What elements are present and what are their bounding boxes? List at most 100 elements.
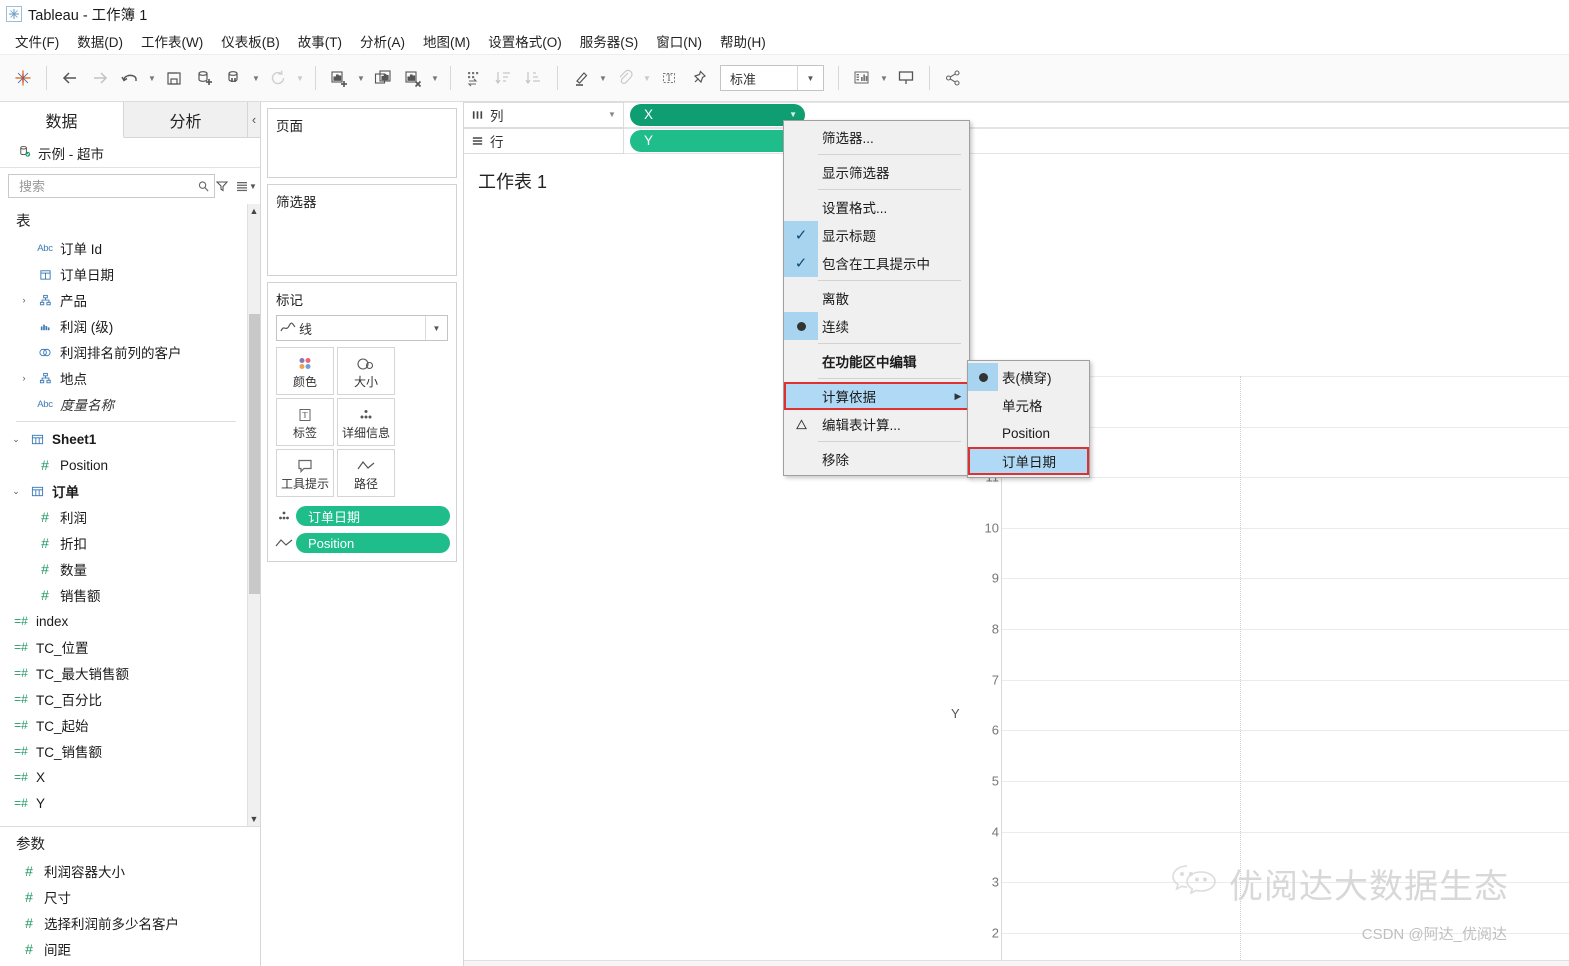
sort-ascending-icon[interactable]	[489, 63, 519, 93]
rows-shelf-area[interactable]: Y	[624, 127, 1569, 154]
columns-shelf-area[interactable]: X ▼	[624, 101, 1569, 128]
field-top-profit-customers[interactable]: 利润排名前列的客户	[0, 339, 246, 365]
rows-shelf-label[interactable]: 行 ▼	[464, 127, 624, 154]
pill-dropdown-caret[interactable]: ▼	[789, 110, 797, 119]
menu-worksheet[interactable]: 工作表(W)	[132, 29, 212, 53]
save-icon[interactable]	[159, 63, 189, 93]
pages-card[interactable]: 页面	[267, 108, 457, 178]
ctx-continuous[interactable]: 连续	[784, 312, 969, 340]
scrollbar-thumb[interactable]	[249, 314, 260, 594]
mark-type-dropdown[interactable]: 线 ▼	[276, 315, 448, 341]
ctx-show-filter[interactable]: 显示筛选器	[784, 158, 969, 186]
chevron-right-icon[interactable]: ›	[16, 295, 32, 305]
forward-arrow-icon[interactable]	[85, 63, 115, 93]
show-me-icon[interactable]	[847, 63, 877, 93]
ctx-format[interactable]: 设置格式...	[784, 193, 969, 221]
filters-card[interactable]: 筛选器	[267, 184, 457, 276]
scroll-up-icon[interactable]: ▲	[248, 204, 260, 218]
back-arrow-icon[interactable]	[55, 63, 85, 93]
group-by-table-icon[interactable]	[235, 174, 249, 198]
menu-map[interactable]: 地图(M)	[414, 29, 479, 53]
submenu-cell[interactable]: 单元格	[968, 391, 1089, 419]
show-me-dropdown-caret[interactable]: ▼	[877, 64, 891, 92]
marks-tooltip-button[interactable]: 工具提示	[276, 449, 334, 497]
fit-dropdown[interactable]: 标准 ▼	[720, 65, 824, 91]
ctx-discrete[interactable]: 离散	[784, 284, 969, 312]
submenu-position[interactable]: Position	[968, 419, 1089, 447]
add-data-source-icon[interactable]	[189, 63, 219, 93]
chevron-down-icon[interactable]: ▼	[601, 103, 623, 127]
field-tc-position[interactable]: =# TC_位置	[0, 634, 246, 660]
menu-data[interactable]: 数据(D)	[68, 29, 132, 53]
chevron-right-icon[interactable]: ›	[16, 373, 32, 383]
highlight-icon[interactable]	[566, 63, 596, 93]
ctx-include-in-tooltip[interactable]: ✓ 包含在工具提示中	[784, 249, 969, 277]
tab-data[interactable]: 数据	[0, 102, 124, 138]
scroll-down-icon[interactable]: ▼	[248, 812, 260, 826]
field-position[interactable]: # Position	[0, 452, 246, 478]
highlight-dropdown-caret[interactable]: ▼	[596, 64, 610, 92]
field-index[interactable]: =# index	[0, 608, 246, 634]
sheet-title[interactable]: 工作表 1	[464, 154, 1569, 194]
field-tc-sales[interactable]: =# TC_销售额	[0, 738, 246, 764]
marks-path-button[interactable]: 路径	[337, 449, 395, 497]
pause-refresh-icon[interactable]	[219, 63, 249, 93]
field-profit-bin[interactable]: 利润 (级)	[0, 313, 246, 339]
menu-file[interactable]: 文件(F)	[6, 29, 68, 53]
fixed-axis-dropdown-caret[interactable]: ▼	[640, 64, 654, 92]
field-profit[interactable]: # 利润	[0, 504, 246, 530]
param-profit-bin-size[interactable]: # 利润容器大小	[0, 858, 260, 884]
clear-sheet-icon[interactable]	[398, 63, 428, 93]
marks-label-button[interactable]: T 标签	[276, 398, 334, 446]
pause-dropdown-caret[interactable]: ▼	[249, 64, 263, 92]
chevron-down-icon[interactable]: ⌄	[8, 434, 24, 445]
field-quantity[interactable]: # 数量	[0, 556, 246, 582]
field-tc-percent[interactable]: =# TC_百分比	[0, 686, 246, 712]
marks-size-button[interactable]: 大小	[337, 347, 395, 395]
ctx-compute-using[interactable]: 计算依据 ▶	[784, 382, 969, 410]
param-size[interactable]: # 尺寸	[0, 884, 260, 910]
menu-dashboard[interactable]: 仪表板(B)	[212, 29, 289, 53]
chevron-down-icon[interactable]: ▼	[797, 66, 823, 90]
field-location-hierarchy[interactable]: › 地点	[0, 365, 246, 391]
datasource-row[interactable]: 示例 - 超市	[0, 138, 260, 168]
marks-detail-button[interactable]: 详细信息	[337, 398, 395, 446]
y-axis-title[interactable]: Y	[951, 706, 960, 721]
undo-dropdown-caret[interactable]: ▼	[145, 64, 159, 92]
swap-rows-columns-icon[interactable]	[459, 63, 489, 93]
field-tc-start[interactable]: =# TC_起始	[0, 712, 246, 738]
filter-icon[interactable]	[215, 174, 229, 198]
columns-shelf-label[interactable]: 列 ▼	[464, 101, 624, 128]
submenu-order-date[interactable]: 订单日期	[968, 447, 1089, 475]
context-menu[interactable]: 筛选器... 显示筛选器 设置格式... ✓ 显示标题 ✓ 包含在工具提示中 离散 连续 在功能区…	[783, 120, 970, 476]
fixed-axis-icon[interactable]	[610, 63, 640, 93]
tab-analytics[interactable]: 分析	[124, 102, 248, 137]
presentation-mode-icon[interactable]	[891, 63, 921, 93]
chevron-left-icon[interactable]: ‹	[248, 102, 260, 137]
sort-descending-icon[interactable]	[519, 63, 549, 93]
refresh-icon[interactable]	[263, 63, 293, 93]
submenu-table-across[interactable]: 表(横穿)	[968, 363, 1089, 391]
menu-server[interactable]: 服务器(S)	[571, 29, 648, 53]
field-order-date[interactable]: 订单日期	[0, 261, 246, 287]
marks-card[interactable]: 标记 线 ▼ 颜色 大小 T 标签 详细信息 工具提示 路径 订单日期 Posi…	[267, 282, 457, 562]
ctx-edit-in-shelf[interactable]: 在功能区中编辑	[784, 347, 969, 375]
field-x[interactable]: =# X	[0, 764, 246, 790]
field-discount[interactable]: # 折扣	[0, 530, 246, 556]
shelf-pill-x[interactable]: X ▼	[630, 103, 805, 126]
param-top-n-customers[interactable]: # 选择利润前多少名客户	[0, 910, 260, 936]
param-spacing[interactable]: # 间距	[0, 936, 260, 962]
field-list-scrollbar[interactable]: ▲ ▼	[247, 204, 260, 826]
field-measure-names[interactable]: Abc 度量名称	[0, 391, 246, 417]
search-input[interactable]	[17, 177, 197, 195]
marks-pill-order-date[interactable]: 订单日期	[296, 506, 450, 526]
pin-icon[interactable]	[684, 63, 714, 93]
chevron-down-icon[interactable]: ▼	[249, 174, 257, 198]
menu-window[interactable]: 窗口(N)	[647, 29, 711, 53]
new-worksheet-icon[interactable]	[324, 63, 354, 93]
folder-sheet1[interactable]: ⌄ Sheet1	[0, 426, 246, 452]
field-tc-max-sales[interactable]: =# TC_最大销售额	[0, 660, 246, 686]
field-order-id[interactable]: Abc 订单 Id	[0, 235, 246, 261]
clear-dropdown-caret[interactable]: ▼	[428, 64, 442, 92]
chart-plot-area[interactable]: 1312111098765432100X	[464, 200, 1569, 966]
